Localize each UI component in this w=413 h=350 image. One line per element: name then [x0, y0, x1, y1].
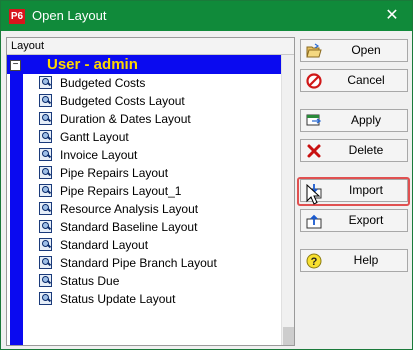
list-item[interactable]: Resource Analysis Layout: [7, 200, 281, 218]
export-button-label: Export: [348, 213, 384, 227]
delete-button-label: Delete: [348, 143, 384, 157]
list-item[interactable]: Pipe Repairs Layout: [7, 164, 281, 182]
title-bar: P6 Open Layout ✕: [1, 1, 412, 31]
collapse-toggle[interactable]: −: [10, 60, 21, 71]
layout-list[interactable]: Layout − User - admin Budgeted Costs Bud…: [6, 37, 295, 346]
apply-button[interactable]: Apply: [300, 109, 408, 132]
list-item-label: Resource Analysis Layout: [60, 202, 199, 216]
list-item[interactable]: Standard Baseline Layout: [7, 218, 281, 236]
layout-icon: [39, 76, 52, 89]
layout-icon: [39, 256, 52, 269]
close-button[interactable]: ✕: [382, 6, 402, 26]
export-button[interactable]: Export: [300, 209, 408, 232]
mouse-pointer-icon: [306, 184, 321, 205]
scrollbar-thumb[interactable]: [283, 327, 294, 345]
group-label: User - admin: [47, 56, 138, 73]
layout-icon: [39, 202, 52, 215]
layout-icon: [39, 238, 52, 251]
help-button-label: Help: [353, 253, 379, 267]
layout-icon: [39, 94, 52, 107]
layout-icon: [39, 166, 52, 179]
list-item[interactable]: Gantt Layout: [7, 128, 281, 146]
layout-rows: Budgeted Costs Budgeted Costs Layout Dur…: [7, 74, 281, 308]
layout-icon: [39, 184, 52, 197]
cancel-button-label: Cancel: [347, 73, 385, 87]
layout-icon: [39, 112, 52, 125]
cancel-button[interactable]: Cancel: [300, 69, 408, 92]
dialog-title: Open Layout: [32, 8, 107, 23]
list-item-label: Duration & Dates Layout: [60, 112, 191, 126]
layout-icon: [39, 292, 52, 305]
list-item-label: Budgeted Costs: [60, 76, 146, 90]
open-button-label: Open: [351, 43, 381, 57]
list-item-label: Standard Layout: [60, 238, 149, 252]
p6-app-icon: P6: [9, 9, 25, 24]
group-row-user-admin[interactable]: − User - admin: [7, 55, 294, 74]
list-item-label: Budgeted Costs Layout: [60, 94, 185, 108]
column-header-layout[interactable]: Layout: [7, 38, 294, 55]
layout-icon: [39, 220, 52, 233]
list-item[interactable]: Standard Layout: [7, 236, 281, 254]
list-item-label: Invoice Layout: [60, 148, 138, 162]
apply-button-label: Apply: [350, 113, 382, 127]
layout-icon: [39, 274, 52, 287]
list-item[interactable]: Budgeted Costs: [7, 74, 281, 92]
open-layout-dialog: P6 Open Layout ✕ Layout − User - admin B…: [0, 0, 413, 350]
open-button[interactable]: Open: [300, 39, 408, 62]
list-item-label: Status Update Layout: [60, 292, 176, 306]
list-item[interactable]: Standard Pipe Branch Layout: [7, 254, 281, 272]
layout-icon: [39, 130, 52, 143]
help-button[interactable]: ? Help: [300, 249, 408, 272]
list-item[interactable]: Status Due: [7, 272, 281, 290]
list-item-label: Standard Baseline Layout: [60, 220, 198, 234]
list-item[interactable]: Duration & Dates Layout: [7, 110, 281, 128]
list-item[interactable]: Invoice Layout: [7, 146, 281, 164]
list-item-label: Pipe Repairs Layout_1: [60, 184, 182, 198]
list-item-label: Status Due: [60, 274, 120, 288]
delete-button[interactable]: Delete: [300, 139, 408, 162]
column-header-label: Layout: [11, 40, 45, 52]
vertical-scrollbar[interactable]: [281, 55, 294, 345]
list-item-label: Pipe Repairs Layout: [60, 166, 169, 180]
list-item-label: Gantt Layout: [60, 130, 129, 144]
layout-icon: [39, 148, 52, 161]
list-item[interactable]: Status Update Layout: [7, 290, 281, 308]
list-item-label: Standard Pipe Branch Layout: [60, 256, 217, 270]
list-item[interactable]: Pipe Repairs Layout_1: [7, 182, 281, 200]
list-item[interactable]: Budgeted Costs Layout: [7, 92, 281, 110]
